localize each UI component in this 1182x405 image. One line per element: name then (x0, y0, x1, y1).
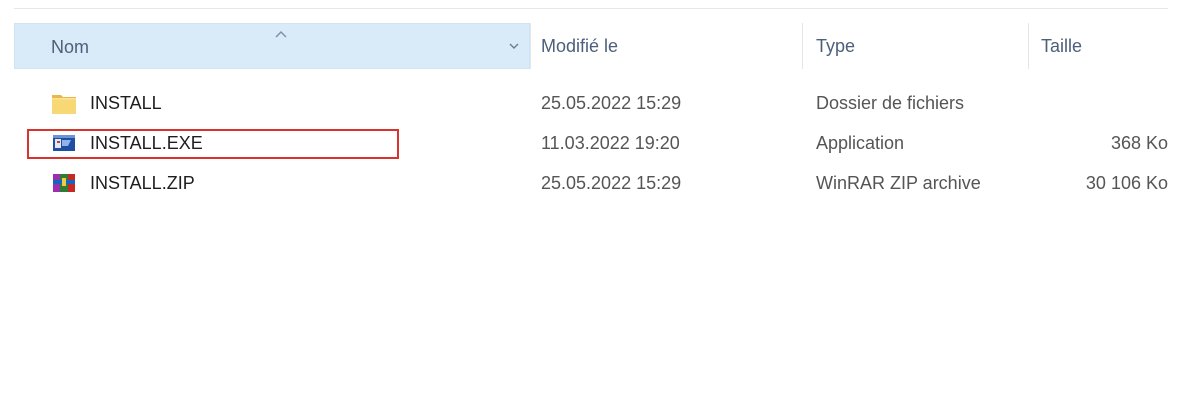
file-name: INSTALL.EXE (90, 133, 203, 153)
file-explorer-details-view: Nom Modifié le Type Taille INSTALL 25.05… (0, 0, 1182, 405)
file-row-install-exe[interactable]: INSTALL.EXE 11.03.2022 19:20 Application… (14, 123, 1168, 163)
file-modified: 25.05.2022 15:29 (541, 93, 682, 113)
file-type: Dossier de fichiers (816, 93, 965, 113)
file-size: 30 106 Ko (1085, 173, 1168, 193)
file-list: INSTALL 25.05.2022 15:29 Dossier de fich… (14, 83, 1168, 203)
sort-ascending-icon (275, 31, 287, 38)
file-name: INSTALL (90, 93, 162, 113)
column-header-name-label: Nom (51, 37, 90, 57)
column-separator[interactable] (1028, 23, 1029, 69)
chevron-down-icon[interactable] (508, 41, 520, 51)
file-modified: 11.03.2022 19:20 (541, 133, 680, 153)
file-name: INSTALL.ZIP (90, 173, 195, 193)
column-header-name[interactable]: Nom (14, 23, 530, 69)
application-icon (53, 135, 75, 151)
file-row-install-zip[interactable]: INSTALL.ZIP 25.05.2022 15:29 WinRAR ZIP … (14, 163, 1168, 203)
file-type: Application (816, 133, 905, 153)
column-header-modified-label: Modifié le (541, 36, 619, 56)
top-divider (14, 8, 1168, 9)
folder-icon (52, 95, 76, 114)
winrar-archive-icon (53, 174, 75, 192)
column-header-modified[interactable]: Modifié le (541, 23, 801, 69)
column-header-type-label: Type (816, 36, 856, 56)
column-separator[interactable] (802, 23, 803, 69)
column-header: Nom Modifié le Type Taille (14, 23, 1168, 69)
column-header-type[interactable]: Type (816, 23, 1026, 69)
column-header-size-label: Taille (1041, 36, 1083, 56)
file-size: 368 Ko (1110, 133, 1168, 153)
column-header-size[interactable]: Taille (1041, 23, 1171, 69)
file-modified: 25.05.2022 15:29 (541, 173, 682, 193)
column-separator[interactable] (530, 23, 531, 69)
file-type: WinRAR ZIP archive (816, 173, 981, 193)
file-row-install-folder[interactable]: INSTALL 25.05.2022 15:29 Dossier de fich… (14, 83, 1168, 123)
